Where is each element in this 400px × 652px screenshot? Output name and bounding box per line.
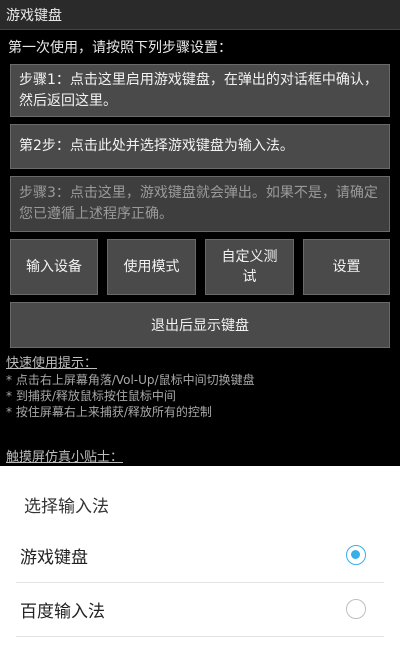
ime-option-label: 百度输入法 bbox=[20, 601, 105, 622]
tip-item: * 到捕获/释放鼠标按住鼠标中间 bbox=[6, 389, 176, 403]
app-title: 游戏键盘 bbox=[6, 7, 62, 24]
app-title-bar: 游戏键盘 bbox=[0, 0, 400, 30]
exit-show-keyboard-label: 退出后显示键盘 bbox=[151, 318, 249, 334]
use-mode-label: 使用模式 bbox=[123, 259, 180, 275]
input-device-label: 输入设备 bbox=[26, 259, 82, 275]
intro-text: 第一次使用，请按照下列步骤设置： bbox=[8, 40, 232, 56]
step2-select-ime-button[interactable]: 第2步：点击此处并选择游戏键盘为输入法。 bbox=[10, 124, 390, 169]
step3-show-keyboard-button[interactable]: 步骤3：点击这里，游戏键盘就会弹出。如果不是，请确定您已遵循上述程序正确。 bbox=[10, 176, 390, 232]
ime-option-game-keyboard[interactable]: 游戏键盘 bbox=[0, 528, 400, 582]
step2-label: 第2步：点击此处并选择游戏键盘为输入法。 bbox=[19, 138, 294, 154]
use-mode-button[interactable]: 使用模式 bbox=[107, 239, 196, 295]
custom-test-button[interactable]: 自定义测试 bbox=[205, 239, 294, 295]
radio-unchecked-icon[interactable] bbox=[346, 599, 366, 619]
step3-label: 步骤3：点击这里，游戏键盘就会弹出。如果不是，请确定您已遵循上述程序正确。 bbox=[19, 185, 378, 222]
quick-tips-heading: 快速使用提示： bbox=[6, 356, 98, 371]
settings-label: 设置 bbox=[332, 259, 361, 275]
ime-option-baidu[interactable]: 百度输入法 bbox=[0, 582, 400, 636]
step1-label: 步骤1：点击这里启用游戏键盘，在弹出的对话框中确认，然后返回这里。 bbox=[19, 71, 378, 109]
touch-tips-heading: 触摸屏仿真小贴士： bbox=[6, 450, 124, 465]
input-device-button[interactable]: 输入设备 bbox=[10, 239, 98, 295]
quick-tips: 快速使用提示： * 点击右上屏幕角落/Vol-Up/鼠标中间切换键盘 * 到捕获… bbox=[6, 356, 396, 420]
ime-option-label: 游戏键盘 bbox=[20, 547, 88, 568]
ime-picker-title: 选择输入法 bbox=[24, 497, 109, 517]
divider bbox=[16, 636, 384, 637]
settings-button[interactable]: 设置 bbox=[303, 239, 390, 295]
ime-picker-dialog: 选择输入法 游戏键盘 百度输入法 bbox=[0, 466, 400, 652]
tip-item: * 按住屏幕右上来捕获/释放所有的控制 bbox=[6, 405, 212, 419]
custom-test-label: 自定义测试 bbox=[221, 249, 278, 285]
step1-enable-keyboard-button[interactable]: 步骤1：点击这里启用游戏键盘，在弹出的对话框中确认，然后返回这里。 bbox=[10, 64, 390, 117]
tip-item: * 点击右上屏幕角落/Vol-Up/鼠标中间切换键盘 bbox=[6, 373, 255, 387]
exit-show-keyboard-button[interactable]: 退出后显示键盘 bbox=[10, 302, 390, 348]
radio-checked-icon[interactable] bbox=[346, 545, 366, 565]
